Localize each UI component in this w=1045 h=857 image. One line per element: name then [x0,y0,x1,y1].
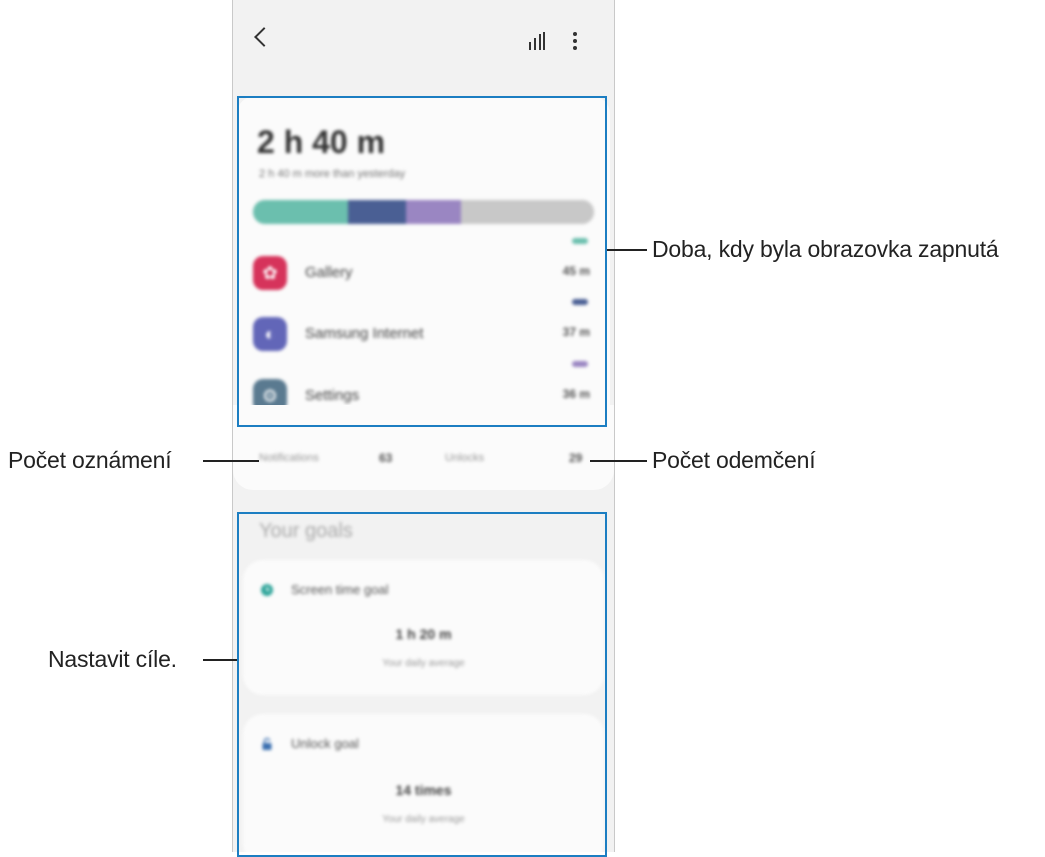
callout-line-unlocks [590,460,647,462]
unlocks-value: 29 [569,451,583,465]
unlocks-label: Unlocks [445,452,485,464]
callout-goals: Nastavit cíle. [48,646,177,672]
app-bar [233,0,614,60]
callout-line-screen-on [607,249,647,251]
notifications-value: 63 [379,451,393,465]
callout-notifications: Počet oznámení [8,447,172,473]
callout-screen-on: Doba, kdy byla obrazovka zapnutá [652,236,999,262]
chevron-left-icon[interactable] [254,27,274,47]
screen-time-highlight [237,96,607,427]
callout-line-notifications [203,460,259,462]
callout-unlocks: Počet odemčení [652,447,816,473]
goals-highlight [237,512,607,857]
bar-chart-icon[interactable] [529,32,547,50]
more-vertical-icon[interactable] [573,32,577,50]
callout-line-goals [203,659,237,661]
notifications-label: Notifications [259,452,319,464]
